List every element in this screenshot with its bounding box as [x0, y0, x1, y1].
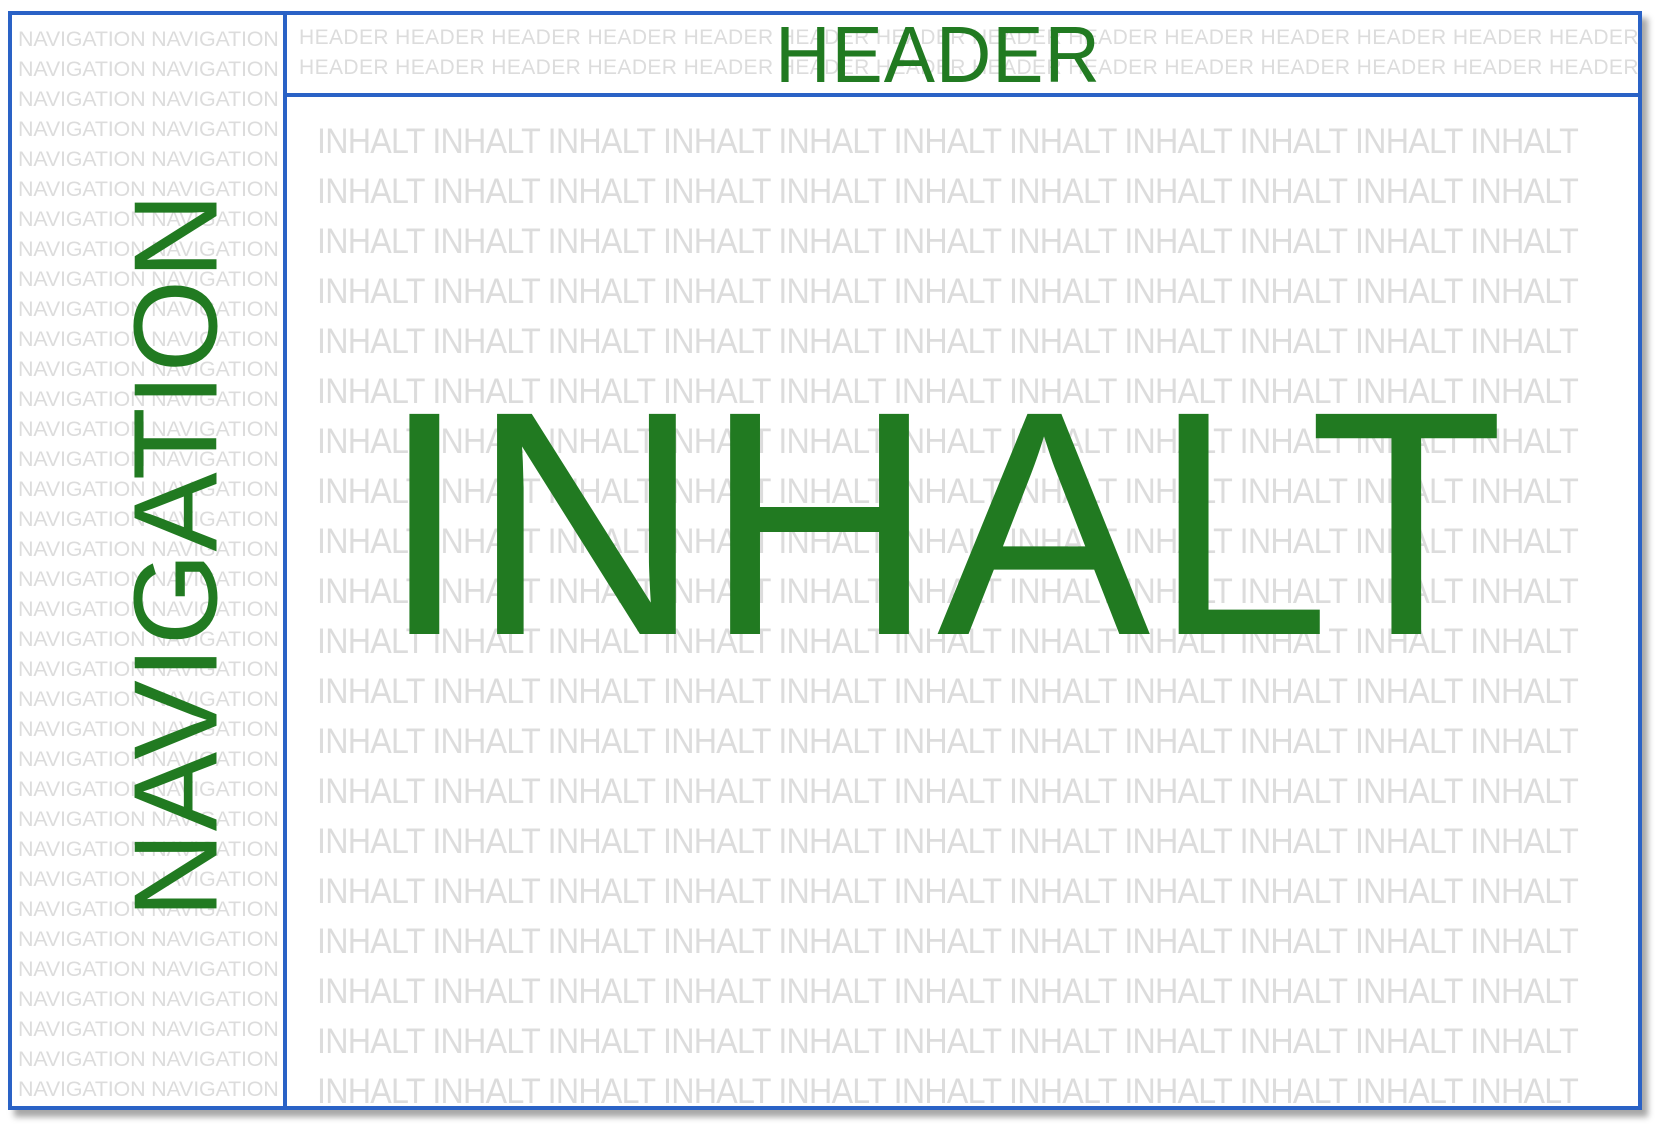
pattern-row: NAVIGATION NAVIGATION [18, 1077, 279, 1101]
pattern-row: INHALT INHALT INHALT INHALT INHALT INHAL… [317, 872, 1579, 911]
layout-diagram: NAVIGATION NAVIGATION NAVIGATION NAVIGATI… [8, 11, 1642, 1110]
pattern-row: NAVIGATION NAVIGATION [18, 927, 279, 951]
pattern-row: INHALT INHALT INHALT INHALT INHALT INHAL… [317, 122, 1579, 161]
navigation-label: NAVIGATION [109, 191, 243, 919]
pattern-row: NAVIGATION NAVIGATION [18, 987, 279, 1011]
pattern-row: INHALT INHALT INHALT INHALT INHALT INHAL… [317, 972, 1579, 1011]
navigation-region: NAVIGATION NAVIGATION NAVIGATION NAVIGATI… [12, 15, 287, 1106]
pattern-row: INHALT INHALT INHALT INHALT INHALT INHAL… [317, 1022, 1579, 1061]
pattern-row: INHALT INHALT INHALT INHALT INHALT INHAL… [317, 1072, 1579, 1106]
pattern-row: INHALT INHALT INHALT INHALT INHALT INHAL… [317, 772, 1579, 811]
pattern-row: INHALT INHALT INHALT INHALT INHALT INHAL… [317, 222, 1579, 261]
pattern-row: NAVIGATION NAVIGATION [18, 117, 279, 141]
pattern-row: NAVIGATION NAVIGATION [18, 1104, 279, 1106]
pattern-row: INHALT INHALT INHALT INHALT INHALT INHAL… [317, 722, 1579, 761]
pattern-row: INHALT INHALT INHALT INHALT INHALT INHAL… [317, 922, 1579, 961]
pattern-row: NAVIGATION NAVIGATION [18, 147, 279, 171]
header-label: HEADER [775, 15, 1101, 97]
pattern-row: INHALT INHALT INHALT INHALT INHALT INHAL… [317, 822, 1579, 861]
pattern-row: NAVIGATION NAVIGATION [18, 1017, 279, 1041]
content-region: INHALT INHALT INHALT INHALT INHALT INHAL… [287, 97, 1638, 1106]
pattern-row: INHALT INHALT INHALT INHALT INHALT INHAL… [317, 172, 1579, 211]
pattern-row: NAVIGATION NAVIGATION [18, 57, 279, 81]
pattern-row: NAVIGATION NAVIGATION [18, 27, 279, 51]
content-label: INHALT [379, 344, 1507, 702]
pattern-row: NAVIGATION NAVIGATION [18, 87, 279, 111]
pattern-row: INHALT INHALT INHALT INHALT INHALT INHAL… [317, 272, 1579, 311]
header-region: HEADER HEADER HEADER HEADER HEADER HEADE… [287, 15, 1638, 97]
pattern-row: NAVIGATION NAVIGATION [18, 957, 279, 981]
pattern-row: NAVIGATION NAVIGATION [18, 1047, 279, 1071]
